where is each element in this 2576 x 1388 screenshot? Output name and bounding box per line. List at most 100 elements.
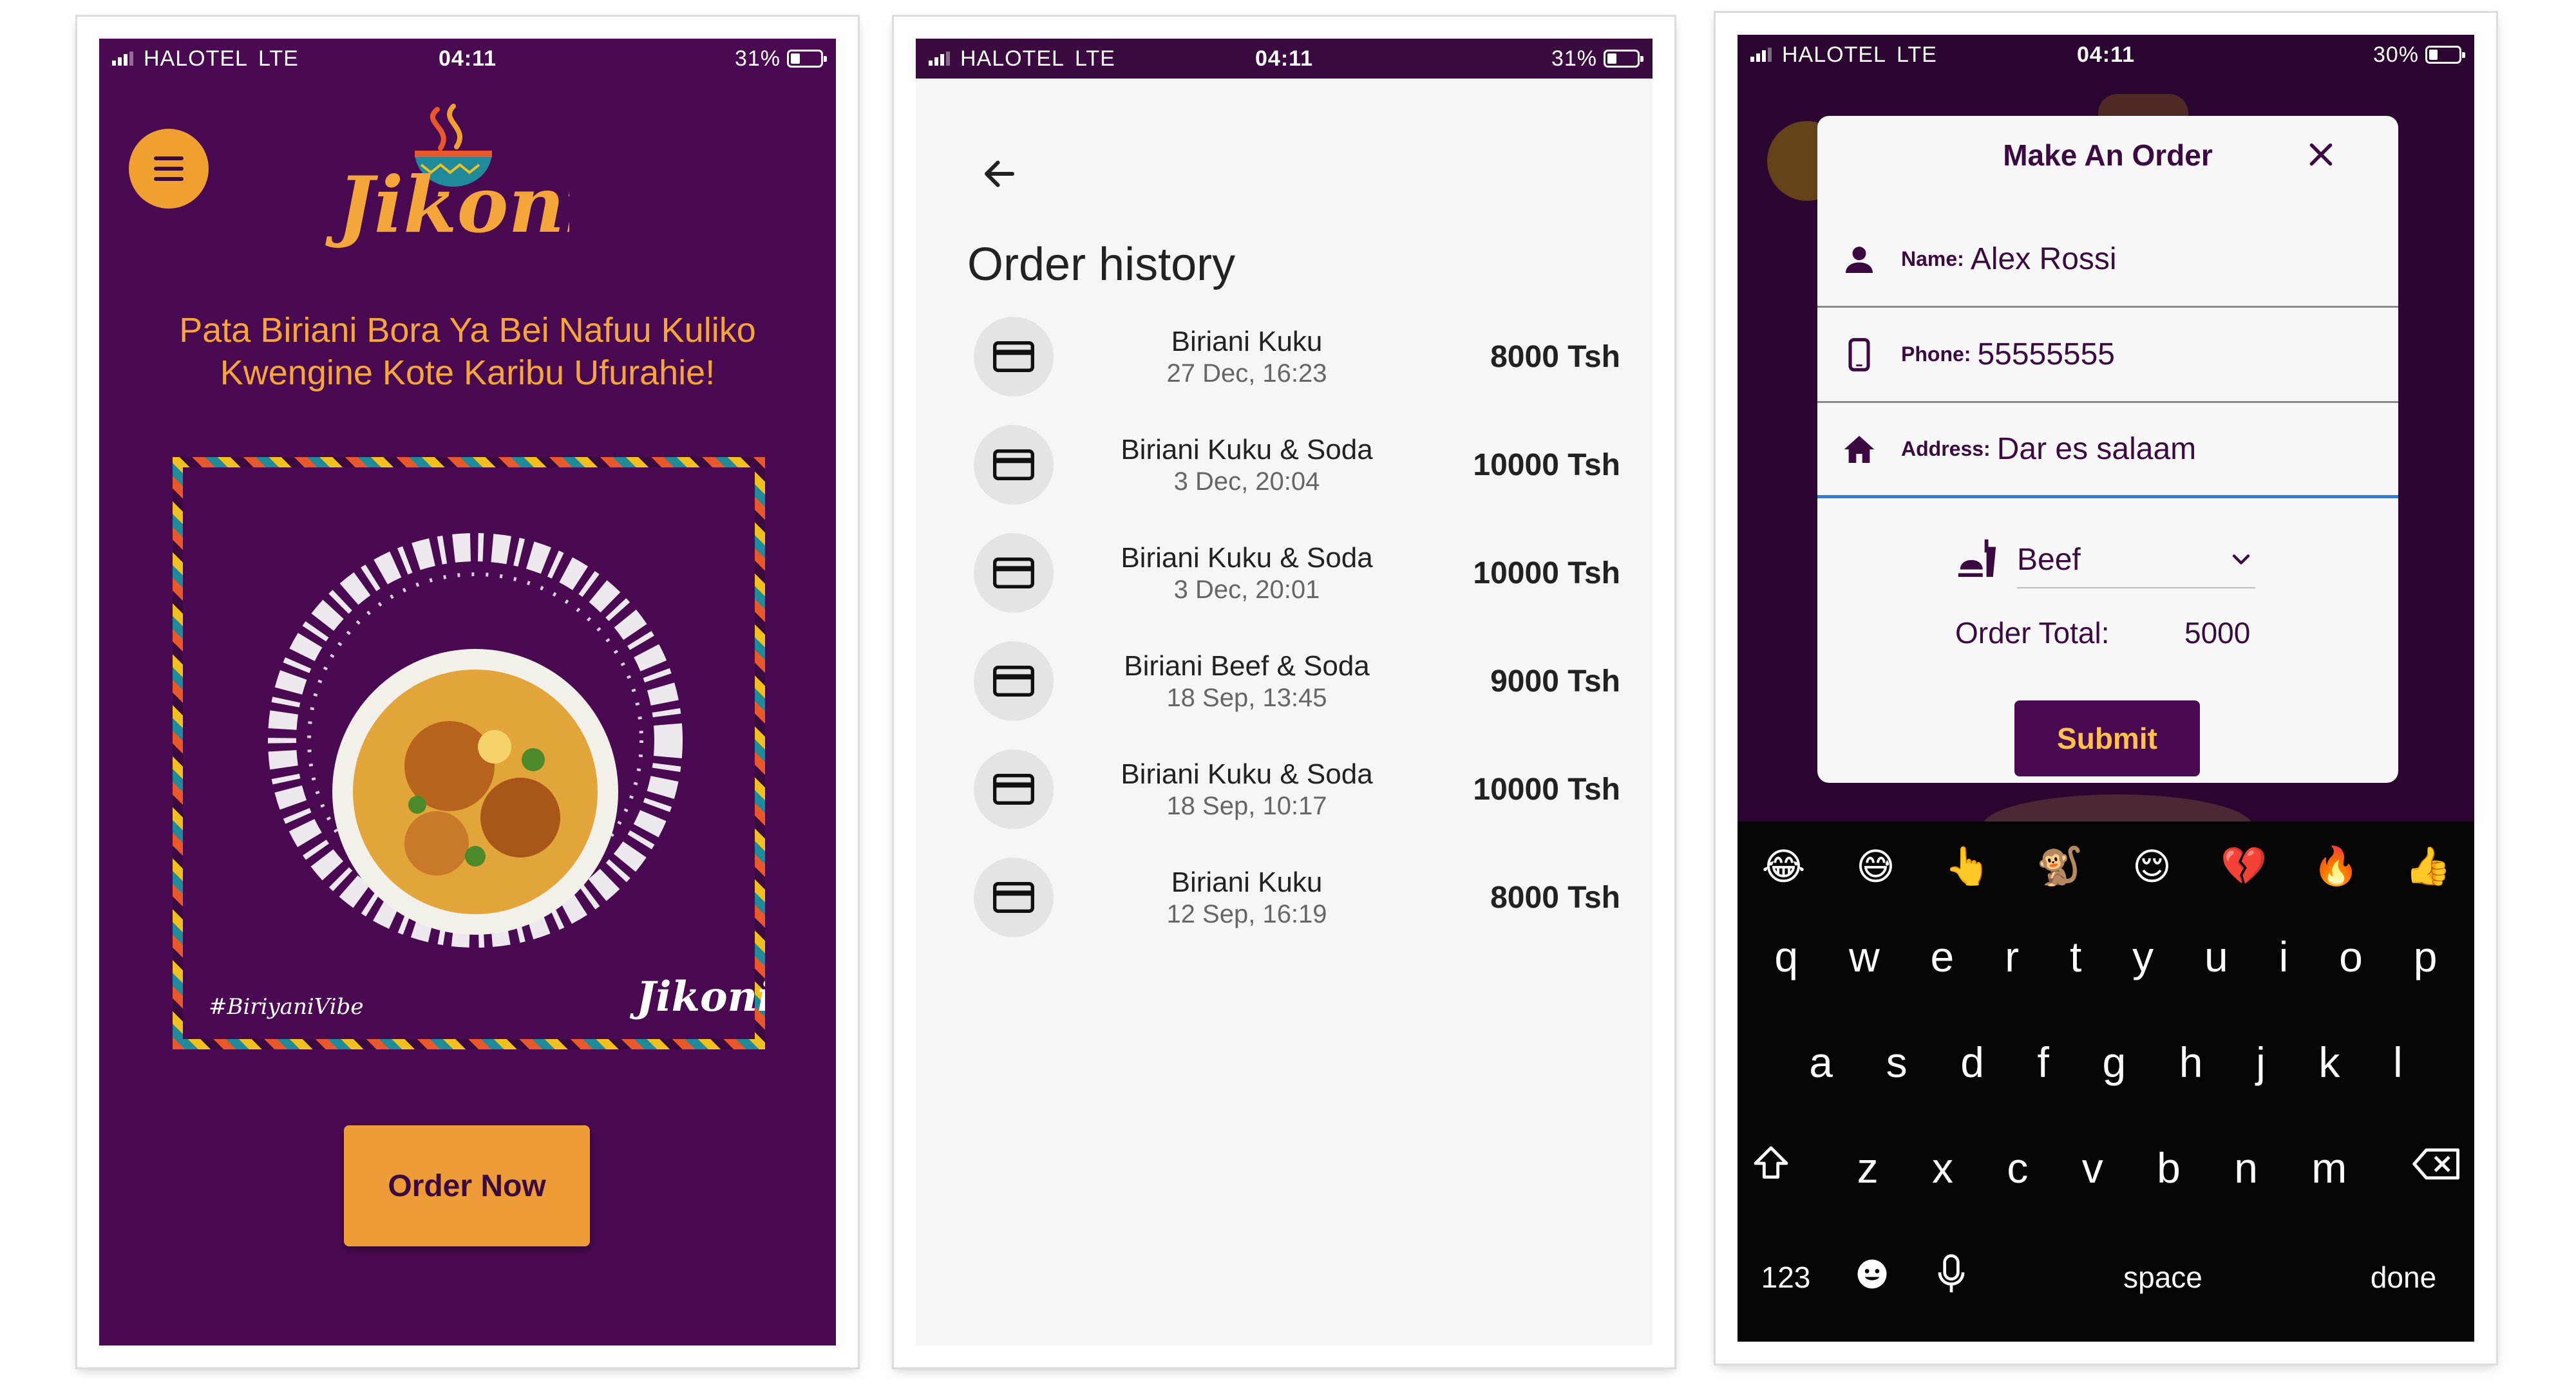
order-row[interactable]: Biriani Kuku 27 Dec, 16:23 8000 Tsh — [974, 303, 1620, 411]
order-date: 18 Sep, 10:17 — [1166, 791, 1327, 820]
battery-icon — [787, 50, 827, 68]
order-date: 3 Dec, 20:01 — [1173, 575, 1320, 604]
key-p[interactable]: p — [2414, 932, 2438, 981]
emoji-suggestion[interactable]: 💔 — [2212, 845, 2277, 888]
emoji-suggestion[interactable]: 👆 — [1936, 845, 2000, 888]
key-m[interactable]: m — [2311, 1143, 2347, 1192]
order-date: 27 Dec, 16:23 — [1166, 359, 1327, 388]
key-v[interactable]: v — [2082, 1143, 2103, 1192]
done-key[interactable]: done — [2345, 1260, 2461, 1295]
select-underline — [2017, 587, 2255, 588]
order-total-label: Order Total: — [1955, 616, 2110, 650]
order-screen: HALOTEL LTE 04:11 30% Make An Order Name… — [1738, 35, 2474, 1342]
tagline: Pata Biriani Bora Ya Bei Nafuu Kuliko Kw… — [179, 311, 756, 392]
emoji-suggestion[interactable]: 🔥 — [2304, 845, 2369, 888]
phone-frame-home: HALOTEL LTE 04:11 31% Jikoni Pata Birian… — [77, 17, 858, 1367]
key-r[interactable]: r — [2005, 932, 2019, 981]
key-u[interactable]: u — [2204, 932, 2228, 981]
order-price: 10000 Tsh — [1473, 556, 1620, 590]
key-w[interactable]: w — [1849, 932, 1880, 981]
space-key[interactable]: space — [2002, 1260, 2324, 1295]
signal-icon — [112, 52, 133, 66]
key-z[interactable]: z — [1857, 1143, 1879, 1192]
key-n[interactable]: n — [2234, 1143, 2258, 1192]
make-order-dialog: Make An Order Name: Alex Rossi Phone: 55… — [1817, 116, 2398, 783]
network-label: LTE — [1074, 46, 1115, 71]
smartphone-icon — [1817, 334, 1901, 375]
close-button[interactable] — [2302, 135, 2340, 174]
emoji-key[interactable] — [1843, 1257, 1901, 1299]
order-name: Biriani Beef & Soda — [1124, 650, 1370, 682]
emoji-suggestion[interactable]: 👍 — [2396, 845, 2461, 888]
order-total-value: 5000 — [2184, 616, 2251, 650]
person-icon — [1817, 241, 1901, 277]
key-q[interactable]: q — [1774, 932, 1798, 981]
key-s[interactable]: s — [1886, 1038, 1908, 1087]
order-row[interactable]: Biriani Kuku & Soda 18 Sep, 10:17 10000 Ts… — [974, 735, 1620, 843]
emoji-suggestion[interactable]: 😂 — [1752, 845, 1816, 888]
emoji-suggestions: 😂 😅 👆 🐒 😌 💔 🔥 👍 — [1738, 834, 2474, 899]
key-j[interactable]: j — [2256, 1038, 2266, 1087]
back-button[interactable] — [974, 148, 1025, 200]
name-value: Alex Rossi — [1970, 242, 2117, 276]
shift-icon — [1754, 1146, 1788, 1179]
order-row[interactable]: Biriani Beef & Soda 18 Sep, 13:45 9000 Tsh — [974, 627, 1620, 735]
key-f[interactable]: f — [2038, 1038, 2049, 1087]
meat-select[interactable]: Beef — [1953, 530, 2255, 588]
numbers-key[interactable]: 123 — [1750, 1260, 1821, 1295]
order-now-button[interactable]: Order Now — [344, 1125, 590, 1246]
phone-frame-order: HALOTEL LTE 04:11 30% Make An Order Name… — [1716, 13, 2496, 1364]
order-name: Biriani Kuku & Soda — [1121, 758, 1373, 790]
order-name: Biriani Kuku & Soda — [1121, 541, 1373, 574]
microphone-key[interactable] — [1922, 1253, 1980, 1301]
order-price: 8000 Tsh — [1490, 339, 1620, 374]
key-l[interactable]: l — [2393, 1038, 2403, 1087]
credit-card-icon — [974, 317, 1054, 397]
emoji-suggestion[interactable]: 😅 — [1844, 845, 1908, 888]
order-date: 12 Sep, 16:19 — [1166, 899, 1327, 928]
address-field[interactable]: Address: Dar es salaam — [1817, 403, 2398, 498]
network-label: LTE — [258, 46, 299, 71]
battery-label: 30% — [2372, 42, 2419, 67]
submit-button[interactable]: Submit — [2014, 700, 2200, 776]
phone-value: 55555555 — [1977, 337, 2115, 371]
key-k[interactable]: k — [2318, 1038, 2340, 1087]
menu-button[interactable] — [129, 129, 209, 209]
order-row[interactable]: Biriani Kuku 12 Sep, 16:19 8000 Tsh — [974, 843, 1620, 952]
key-x[interactable]: x — [1932, 1143, 1953, 1192]
key-y[interactable]: y — [2132, 932, 2154, 981]
key-o[interactable]: o — [2339, 932, 2363, 981]
order-row[interactable]: Biriani Kuku & Soda 3 Dec, 20:04 10000 Tsh — [974, 411, 1620, 519]
battery-label: 31% — [734, 46, 781, 71]
backspace-key[interactable] — [2412, 1143, 2461, 1192]
close-icon — [2309, 143, 2333, 166]
key-e[interactable]: e — [1931, 932, 1955, 981]
key-a[interactable]: a — [1809, 1038, 1833, 1087]
meat-value: Beef — [2017, 542, 2081, 577]
order-row[interactable]: Biriani Kuku & Soda 3 Dec, 20:01 10000 Tsh — [974, 519, 1620, 627]
key-i[interactable]: i — [2279, 932, 2289, 981]
key-d[interactable]: d — [1960, 1038, 1984, 1087]
credit-card-icon — [974, 425, 1054, 505]
microphone-icon — [1938, 1253, 1965, 1292]
order-name: Biriani Kuku — [1171, 866, 1323, 898]
emoji-suggestion[interactable]: 😌 — [2120, 845, 2184, 888]
order-price: 9000 Tsh — [1490, 664, 1620, 699]
name-field[interactable]: Name: Alex Rossi — [1817, 212, 2398, 308]
phone-field[interactable]: Phone: 55555555 — [1817, 308, 2398, 403]
emoji-suggestion[interactable]: 🐒 — [2028, 845, 2092, 888]
key-g[interactable]: g — [2102, 1038, 2126, 1087]
key-t[interactable]: t — [2070, 932, 2081, 981]
carrier-label: HALOTEL — [1782, 42, 1886, 67]
promo-poster: Jikoni #BiriyaniVibe — [173, 457, 765, 1049]
signal-icon — [1750, 48, 1772, 62]
carrier-label: HALOTEL — [960, 46, 1065, 71]
key-b[interactable]: b — [2157, 1143, 2181, 1192]
key-h[interactable]: h — [2179, 1038, 2203, 1087]
shift-key[interactable] — [1750, 1143, 1792, 1194]
credit-card-icon — [974, 749, 1054, 829]
key-c[interactable]: c — [2007, 1143, 2028, 1192]
order-price: 10000 Tsh — [1473, 447, 1620, 482]
name-label: Name: — [1901, 247, 1964, 270]
address-label: Address: — [1901, 437, 1991, 460]
